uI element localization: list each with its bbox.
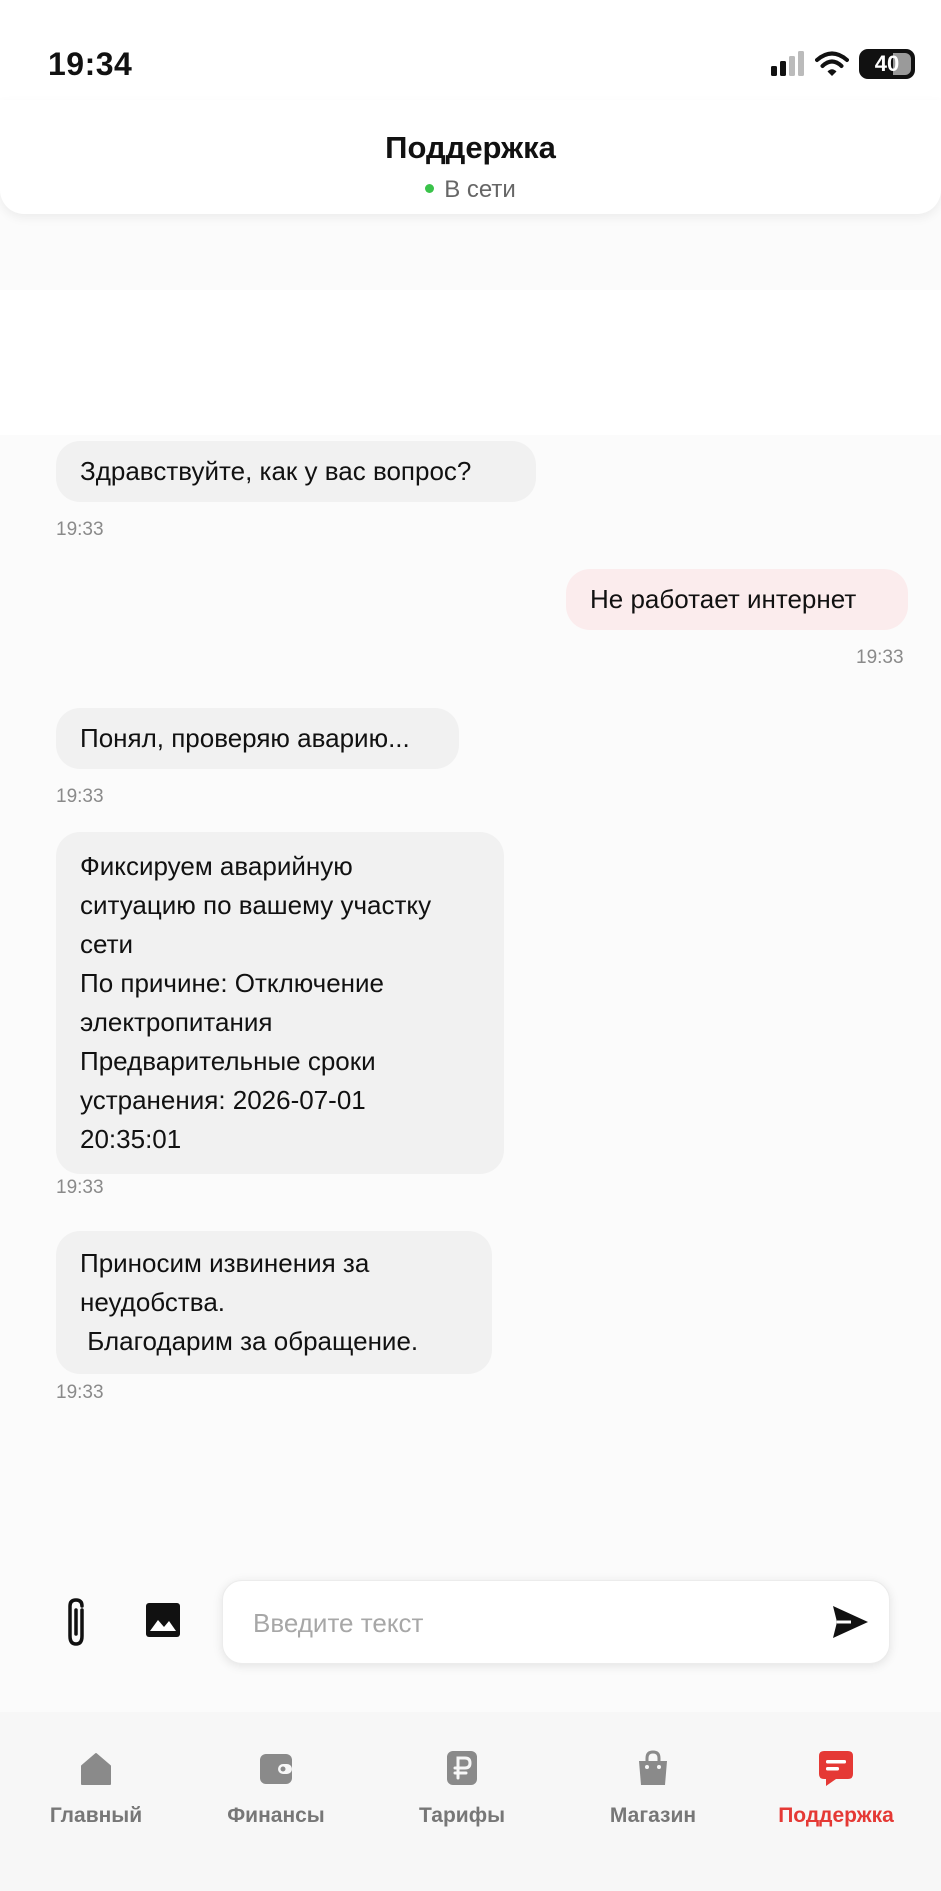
nav-item-label: Финансы (227, 1804, 325, 1827)
online-status: В сети (0, 176, 941, 204)
wallet-icon (260, 1754, 292, 1784)
signal-icon (771, 51, 804, 76)
message-text-line: 20:35:01 (80, 1124, 182, 1154)
message-outgoing: Не работает интернет (566, 569, 908, 630)
chat-header: Поддержка В сети (0, 100, 941, 214)
message-text-line: устранения: 2026-07-01 (80, 1085, 366, 1115)
status-time: 19:34 (48, 46, 133, 82)
message-text-line: сети (80, 929, 134, 959)
message-time: 19:33 (856, 647, 904, 668)
nav-item-home[interactable]: Главный (16, 1748, 176, 1828)
chat-icon (819, 1751, 853, 1786)
message-text: Не работает интернет (590, 584, 857, 614)
page-title: Поддержка (385, 130, 556, 165)
nav-item-label: Поддержка (778, 1804, 894, 1827)
nav-item-shop[interactable]: Магазин (573, 1748, 733, 1828)
message-time: 19:33 (56, 786, 104, 807)
message-text-line: Предварительные сроки (80, 1046, 376, 1076)
message-time: 19:33 (56, 1382, 104, 1403)
battery-level: 40 (874, 51, 900, 76)
status-icons: 40 (769, 48, 915, 80)
message-text-line: ситуацию по вашему участку (80, 890, 432, 920)
image-icon[interactable] (144, 1601, 182, 1639)
message-time: 19:33 (56, 519, 104, 540)
message-incoming: Приносим извинения за неудобства. Благод… (56, 1231, 492, 1374)
nav-item-label: Магазин (609, 1804, 697, 1827)
message-incoming: Фиксируем аварийную ситуацию по вашему у… (56, 832, 504, 1174)
message-text-line: электропитания (80, 1007, 273, 1037)
battery-indicator: 40 (859, 49, 915, 79)
nav-item-support[interactable]: Поддержка (756, 1748, 916, 1828)
chat-top-area (0, 290, 941, 435)
paperclip-icon[interactable] (58, 1596, 94, 1650)
nav-item-finance[interactable]: Финансы (196, 1748, 356, 1828)
bottom-navigation: Главный Финансы Тарифы Магазин Поддержка (0, 1712, 941, 1891)
wifi-icon (815, 51, 849, 76)
message-incoming: Здравствуйте, как у вас вопрос? (56, 441, 536, 502)
message-text-line: Фиксируем аварийную (80, 851, 353, 881)
status-bar: 19:34 40 (0, 0, 941, 100)
online-status-label: В сети (444, 176, 516, 203)
nav-item-label: Тарифы (418, 1804, 506, 1827)
message-text-line: неудобства. (80, 1287, 226, 1317)
message-input-box[interactable] (222, 1580, 890, 1664)
message-text: Здравствуйте, как у вас вопрос? (80, 456, 472, 486)
message-input[interactable] (251, 1599, 815, 1647)
home-icon (81, 1753, 111, 1785)
message-text-line: По причине: Отключение (80, 968, 385, 998)
nav-item-tariffs[interactable]: Тарифы (382, 1748, 542, 1828)
message-incoming: Понял, проверяю аварию... (56, 708, 459, 769)
message-text-line: Благодарим за обращение. (80, 1326, 419, 1356)
online-dot-icon (425, 184, 435, 194)
nav-item-label: Главный (49, 1804, 143, 1827)
bag-icon (639, 1750, 667, 1785)
message-time: 19:33 (56, 1177, 104, 1198)
message-bubble: Понял, проверяю аварию... (56, 708, 459, 769)
ruble-icon (447, 1751, 477, 1785)
message-bubble: Здравствуйте, как у вас вопрос? (56, 441, 536, 502)
message-bubble: Не работает интернет (566, 569, 908, 630)
message-bubble: Фиксируем аварийную ситуацию по вашему у… (56, 832, 504, 1174)
send-icon[interactable] (829, 1601, 871, 1643)
message-text: Понял, проверяю аварию... (80, 723, 410, 753)
message-text-line: Приносим извинения за (80, 1248, 370, 1278)
message-bubble: Приносим извинения за неудобства. Благод… (56, 1231, 492, 1374)
